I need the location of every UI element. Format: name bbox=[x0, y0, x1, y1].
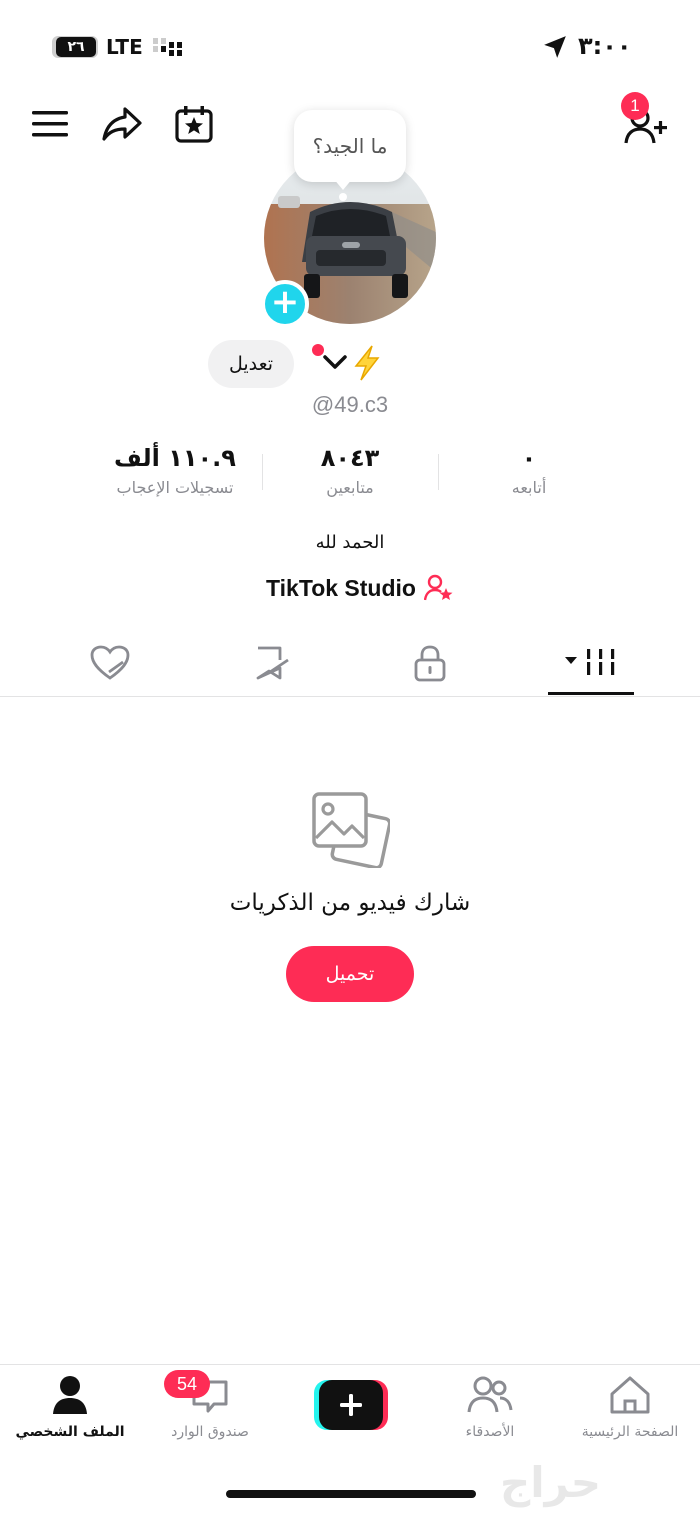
likes-label: تسجيلات الإعجاب bbox=[116, 478, 234, 497]
bubble-tail bbox=[333, 178, 353, 190]
nav-profile[interactable]: الملف الشخصي bbox=[0, 1374, 140, 1440]
plus-icon bbox=[314, 1380, 388, 1430]
stat-divider bbox=[262, 454, 263, 490]
nav-inbox-label: صندوق الوارد bbox=[171, 1424, 249, 1440]
lightning-icon bbox=[354, 345, 380, 381]
status-bubble[interactable]: ما الجيد؟ bbox=[294, 110, 406, 182]
nav-friends-label: الأصدقاء bbox=[465, 1424, 515, 1440]
person-icon bbox=[53, 1376, 87, 1414]
inbox-badge: 54 bbox=[164, 1370, 210, 1398]
studio-label: TikTok Studio bbox=[266, 574, 416, 601]
friends-icon bbox=[467, 1376, 513, 1413]
heart-hidden-icon bbox=[90, 645, 130, 680]
nav-home[interactable]: الصفحة الرئيسية bbox=[560, 1374, 700, 1440]
menu-icon[interactable] bbox=[28, 102, 72, 146]
location-arrow-icon bbox=[544, 36, 566, 58]
watermark-logo: حراج bbox=[500, 1458, 602, 1507]
network-type: LTE bbox=[106, 35, 143, 59]
calendar-star-icon[interactable] bbox=[172, 102, 216, 146]
tab-liked[interactable] bbox=[66, 638, 154, 688]
following-stat[interactable]: ٠ أتابعه bbox=[444, 444, 614, 497]
following-label: أتابعه bbox=[511, 478, 547, 497]
bio: الحمد لله bbox=[315, 532, 385, 553]
signal-icon bbox=[153, 38, 182, 56]
clock: ٣:٠٠ bbox=[578, 32, 632, 60]
tab-saved[interactable] bbox=[228, 638, 316, 688]
follow-requests-badge: 1 bbox=[621, 92, 649, 120]
lock-icon bbox=[414, 645, 446, 682]
nav-inbox[interactable]: صندوق الوارد bbox=[140, 1374, 280, 1440]
home-indicator[interactable] bbox=[226, 1490, 476, 1498]
nav-home-label: الصفحة الرئيسية bbox=[581, 1424, 679, 1440]
tab-divider bbox=[0, 696, 700, 697]
bookmark-hidden-icon bbox=[256, 646, 289, 680]
active-tab-indicator bbox=[548, 692, 634, 695]
nav-friends[interactable]: الأصدقاء bbox=[420, 1374, 560, 1440]
edit-profile-button[interactable]: تعديل bbox=[208, 340, 294, 388]
photos-icon bbox=[312, 792, 390, 868]
followers-count: ٨٠٤٣ bbox=[320, 444, 380, 472]
chevron-down-icon[interactable] bbox=[322, 352, 348, 372]
grid-dropdown-icon bbox=[565, 649, 615, 675]
likes-count: ١١٠.٩ ألف bbox=[114, 444, 236, 472]
username: @49.c3 bbox=[311, 392, 389, 417]
battery-level: ٢٦ bbox=[56, 37, 96, 57]
person-star-icon bbox=[423, 574, 453, 601]
stat-divider bbox=[438, 454, 439, 490]
bubble-dot bbox=[339, 193, 347, 201]
add-story-button[interactable]: + bbox=[261, 280, 309, 328]
create-button[interactable] bbox=[314, 1380, 388, 1430]
share-icon[interactable] bbox=[100, 102, 144, 146]
following-count: ٠ bbox=[521, 444, 537, 472]
tiktok-studio-link[interactable]: TikTok Studio bbox=[240, 574, 480, 602]
likes-stat[interactable]: ١١٠.٩ ألف تسجيلات الإعجاب bbox=[90, 444, 260, 497]
home-icon bbox=[610, 1376, 650, 1414]
empty-state-title: شارك فيديو من الذكريات bbox=[229, 890, 471, 916]
followers-stat[interactable]: ٨٠٤٣ متابعين bbox=[265, 444, 435, 497]
tab-videos[interactable] bbox=[547, 638, 635, 688]
followers-label: متابعين bbox=[326, 478, 374, 497]
nav-profile-label: الملف الشخصي bbox=[15, 1424, 125, 1440]
tab-private[interactable] bbox=[386, 638, 474, 688]
nav-divider bbox=[0, 1364, 700, 1365]
upload-button[interactable]: تحميل bbox=[286, 946, 414, 1002]
